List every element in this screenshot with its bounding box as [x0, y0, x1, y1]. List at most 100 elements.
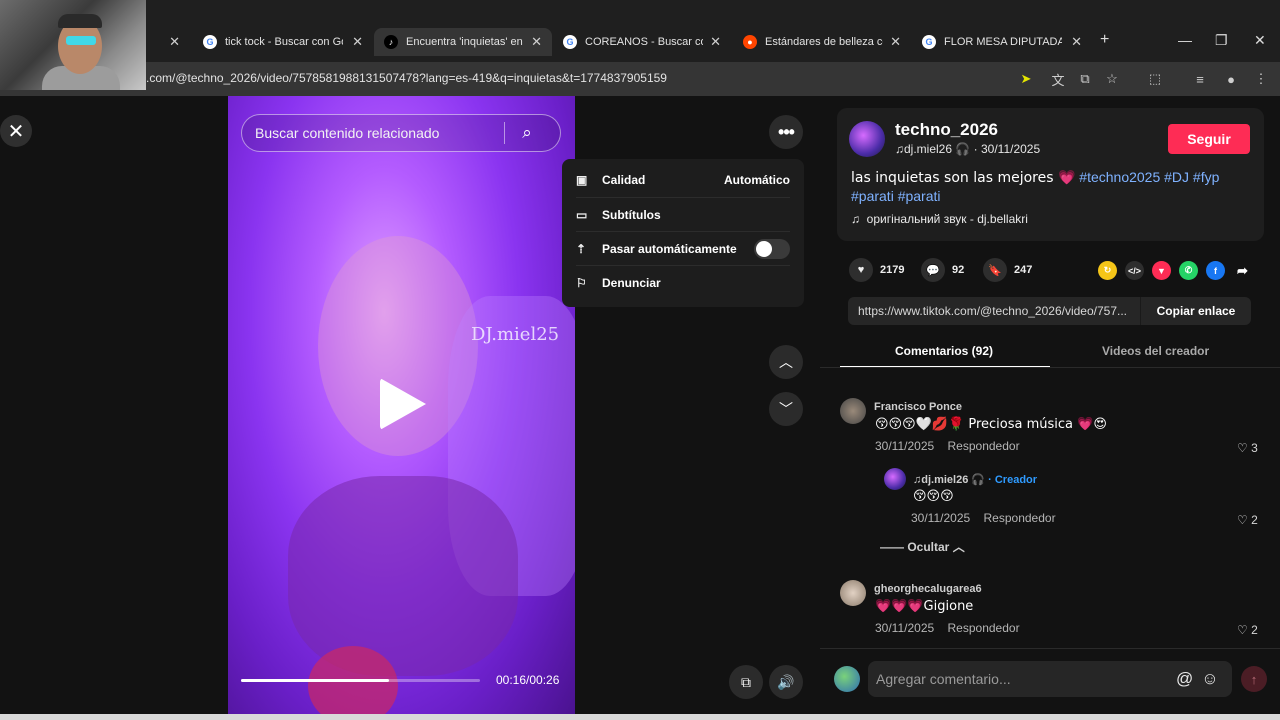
- reply-button[interactable]: Respondedor: [948, 621, 1020, 635]
- search-icon[interactable]: ⌕: [505, 123, 549, 143]
- menu-item-label: Pasar automáticamente: [602, 241, 737, 256]
- close-tab-icon[interactable]: ✕: [704, 34, 721, 50]
- close-window-icon[interactable]: ✕: [1254, 32, 1266, 49]
- divider: [820, 367, 1280, 368]
- profile-icon[interactable]: ●: [1223, 71, 1239, 87]
- comment-input-box[interactable]: @ ☺: [868, 661, 1232, 697]
- tab-google-search[interactable]: G tick tock - Buscar con Goo ✕: [193, 28, 373, 56]
- comment-username[interactable]: Francisco Ponce: [874, 401, 962, 413]
- share-arrow-icon[interactable]: ➦: [1233, 261, 1252, 280]
- send-icon[interactable]: ▼: [1152, 261, 1171, 280]
- tab-reddit[interactable]: ● Estándares de belleza core ✕: [733, 28, 911, 56]
- hide-replies-button[interactable]: —— Ocultar ︿: [880, 538, 965, 555]
- like-button[interactable]: ♥ 2179: [849, 258, 904, 282]
- heart-icon: ♥: [849, 258, 873, 282]
- close-video-button[interactable]: ✕: [0, 115, 32, 147]
- close-tab-icon[interactable]: ✕: [884, 34, 901, 50]
- close-tab-icon[interactable]: ✕: [1065, 34, 1082, 50]
- video-player[interactable]: DJ.miel25 00:16/00:26: [228, 96, 575, 714]
- avatar[interactable]: [840, 398, 866, 424]
- previous-video-button[interactable]: ︿: [769, 345, 803, 379]
- comment-username: dj.miel26: [921, 474, 969, 486]
- cc-icon: ▭: [576, 207, 588, 222]
- comment-button[interactable]: 💬 92: [921, 258, 964, 282]
- options-menu: ▣ Calidad Automático ▭ Subtítulos ⇡ Pasa…: [562, 159, 804, 307]
- autoscroll-toggle[interactable]: [754, 238, 790, 259]
- comment-input[interactable]: [868, 671, 1168, 687]
- translate-icon[interactable]: 文: [1050, 71, 1066, 88]
- avatar[interactable]: [884, 468, 906, 490]
- share-url[interactable]: https://www.tiktok.com/@techno_2026/vide…: [848, 304, 1140, 318]
- avatar[interactable]: [840, 580, 866, 606]
- menu-item-report[interactable]: ⚐ Denunciar: [576, 265, 790, 299]
- install-app-icon[interactable]: ⧉: [1077, 71, 1093, 87]
- comment-like[interactable]: ♡ 2: [1237, 513, 1258, 527]
- creator-badge: · Creador: [988, 474, 1038, 486]
- video-time: 00:16/00:26: [496, 673, 560, 687]
- close-tab-icon[interactable]: ✕: [346, 34, 363, 50]
- comment-like[interactable]: ♡ 2: [1237, 623, 1258, 637]
- tab-creator-videos[interactable]: Videos del creador: [1102, 344, 1209, 358]
- quality-value: Automático: [724, 173, 790, 187]
- facebook-icon[interactable]: f: [1206, 261, 1225, 280]
- reply-button[interactable]: Respondedor: [948, 439, 1020, 453]
- autoscroll-icon: ⇡: [576, 241, 587, 256]
- close-tab-icon[interactable]: ✕: [525, 34, 542, 50]
- bookmark-star-icon[interactable]: ☆: [1104, 71, 1120, 87]
- play-icon[interactable]: [380, 378, 426, 430]
- author-avatar[interactable]: [849, 121, 885, 157]
- save-button[interactable]: 🔖 247: [983, 258, 1032, 282]
- reply-button[interactable]: Respondedor: [984, 511, 1056, 525]
- restore-icon[interactable]: ❐: [1215, 32, 1228, 49]
- menu-item-label: Denunciar: [602, 275, 661, 290]
- author-username[interactable]: techno_2026: [895, 120, 998, 140]
- google-icon: G: [203, 35, 217, 49]
- description-text: las inquietas son las mejores 💗: [851, 170, 1076, 186]
- comment-text: 😚😚😚🤍💋🌹 Preciosa música 💗😍: [875, 417, 1107, 432]
- hd-icon: ▣: [576, 173, 588, 187]
- copy-link-button[interactable]: Copiar enlace: [1140, 297, 1251, 325]
- media-control-icon[interactable]: ≡: [1192, 71, 1208, 87]
- share-link-box: https://www.tiktok.com/@techno_2026/vide…: [848, 297, 1251, 325]
- like-count: 2: [1251, 623, 1258, 637]
- progress-bar[interactable]: [241, 679, 480, 682]
- tab-title: Estándares de belleza core: [765, 36, 883, 48]
- tab-comments[interactable]: Comentarios (92): [895, 344, 993, 358]
- browser-menu-icon[interactable]: ⋮: [1253, 71, 1269, 87]
- sound-link[interactable]: ♫ оригінальний звук - dj.bellakri: [851, 212, 1028, 226]
- comment-icon: 💬: [921, 258, 945, 282]
- volume-button[interactable]: 🔊: [769, 665, 803, 699]
- hide-label: Ocultar: [907, 540, 950, 554]
- related-search-box[interactable]: ⌕: [241, 114, 561, 152]
- new-tab-button[interactable]: +: [1100, 31, 1109, 49]
- close-icon: ✕: [7, 120, 25, 143]
- tab-coreanos[interactable]: G COREANOS - Buscar con Go ✕: [553, 28, 731, 56]
- emoji-icon[interactable]: ☺: [1201, 669, 1218, 689]
- extensions-icon[interactable]: ⬚: [1147, 71, 1163, 87]
- menu-item-autoscroll[interactable]: ⇡ Pasar automáticamente: [576, 231, 790, 265]
- menu-item-subtitles[interactable]: ▭ Subtítulos: [576, 197, 790, 231]
- comment-text: 💗💗💗Gigione: [875, 599, 974, 614]
- close-tab-icon[interactable]: ✕: [163, 34, 180, 50]
- minimize-icon[interactable]: —: [1178, 32, 1192, 48]
- next-video-button[interactable]: ﹀: [769, 392, 803, 426]
- mention-icon[interactable]: @: [1176, 669, 1193, 689]
- repost-icon[interactable]: ↻: [1098, 261, 1117, 280]
- comment-username[interactable]: gheorghecalugarea6: [874, 583, 982, 595]
- tab-tiktok-active[interactable]: ♪ Encuentra 'inquietas' en Tik ✕: [374, 28, 552, 56]
- whatsapp-icon[interactable]: ✆: [1179, 261, 1198, 280]
- related-search-input[interactable]: [242, 125, 504, 141]
- more-options-button[interactable]: •••: [769, 115, 803, 149]
- browser-tab-bar: ✕ G tick tock - Buscar con Goo ✕ ♪ Encue…: [0, 0, 1280, 62]
- menu-item-quality[interactable]: ▣ Calidad Automático: [576, 163, 790, 197]
- floating-player-button[interactable]: ⧉: [729, 665, 763, 699]
- author-nickname[interactable]: dj.miel26: [904, 142, 952, 156]
- url-field[interactable]: .com/@techno_2026/video/7578581988131507…: [146, 71, 667, 85]
- embed-icon[interactable]: </>: [1125, 261, 1144, 280]
- send-comment-button[interactable]: ↑: [1241, 666, 1267, 692]
- tab-flor-mesa[interactable]: G FLOR MESA DIPUTADA 2025 ✕: [912, 28, 1092, 56]
- follow-button[interactable]: Seguir: [1168, 124, 1250, 154]
- comment-like[interactable]: ♡ 3: [1237, 441, 1258, 455]
- tab-partial[interactable]: ✕: [146, 28, 190, 56]
- reply-author[interactable]: ♫dj.miel26 🎧 · Creador: [913, 473, 1037, 486]
